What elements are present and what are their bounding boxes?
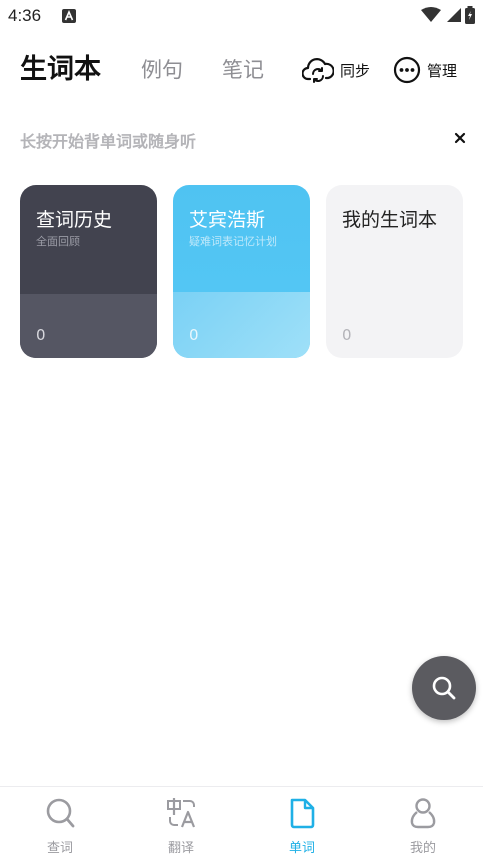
more-options-icon bbox=[393, 56, 421, 84]
nav-item-words[interactable]: 单词 bbox=[242, 787, 362, 858]
search-icon bbox=[46, 798, 75, 828]
status-icons bbox=[421, 6, 475, 24]
header: 生词本 例句 笔记 同步 管理 bbox=[0, 48, 483, 94]
hint-text: 长按开始背单词或随身听 bbox=[20, 132, 197, 151]
card-ebbinghaus[interactable]: 艾宾浩斯 疑难词表记忆计划 0 bbox=[173, 185, 310, 358]
card-subtitle: 疑难词表记忆计划 bbox=[189, 235, 277, 248]
cloud-sync-icon bbox=[302, 58, 334, 83]
signal-icon bbox=[447, 8, 461, 22]
card-band bbox=[173, 292, 310, 358]
card-subtitle: 全面回顾 bbox=[36, 235, 80, 248]
tab-vocabulary-book[interactable]: 生词本 bbox=[20, 48, 101, 92]
person-icon bbox=[410, 798, 436, 829]
nav-item-translate[interactable]: 翻译 bbox=[121, 787, 241, 858]
nav-label: 查词 bbox=[46, 841, 73, 856]
card-count: 0 bbox=[342, 326, 352, 344]
status-bar: 4:36 bbox=[0, 0, 483, 34]
floating-search-button[interactable] bbox=[412, 656, 476, 720]
tab-notes[interactable]: 笔记 bbox=[222, 48, 264, 92]
status-time: 4:36 bbox=[8, 6, 42, 25]
nav-label: 单词 bbox=[288, 841, 315, 856]
battery-icon bbox=[465, 6, 475, 24]
sync-button[interactable]: 同步 bbox=[302, 56, 370, 84]
sync-label: 同步 bbox=[340, 61, 371, 80]
wifi-icon bbox=[421, 7, 441, 22]
tab-example-sentences[interactable]: 例句 bbox=[141, 48, 183, 92]
translate-icon bbox=[167, 798, 196, 828]
card-title: 我的生词本 bbox=[342, 209, 438, 231]
nav-item-profile[interactable]: 我的 bbox=[363, 787, 483, 858]
app-notification-icon bbox=[62, 9, 76, 23]
manage-button[interactable]: 管理 bbox=[393, 56, 457, 84]
nav-label: 翻译 bbox=[167, 841, 194, 856]
card-title: 查词历史 bbox=[36, 209, 113, 231]
close-icon[interactable] bbox=[452, 130, 468, 146]
card-lookup-history[interactable]: 查词历史 全面回顾 0 bbox=[20, 185, 157, 358]
document-icon bbox=[290, 798, 315, 829]
search-icon bbox=[432, 676, 456, 700]
bottom-nav: 查词 翻译 单词 我的 bbox=[0, 786, 483, 858]
card-title: 艾宾浩斯 bbox=[189, 209, 266, 231]
card-count: 0 bbox=[36, 326, 46, 344]
manage-label: 管理 bbox=[427, 61, 458, 80]
nav-item-lookup[interactable]: 查词 bbox=[0, 787, 120, 858]
card-my-vocabulary[interactable]: 我的生词本 0 bbox=[326, 185, 463, 358]
card-count: 0 bbox=[189, 326, 199, 344]
nav-label: 我的 bbox=[409, 841, 436, 856]
